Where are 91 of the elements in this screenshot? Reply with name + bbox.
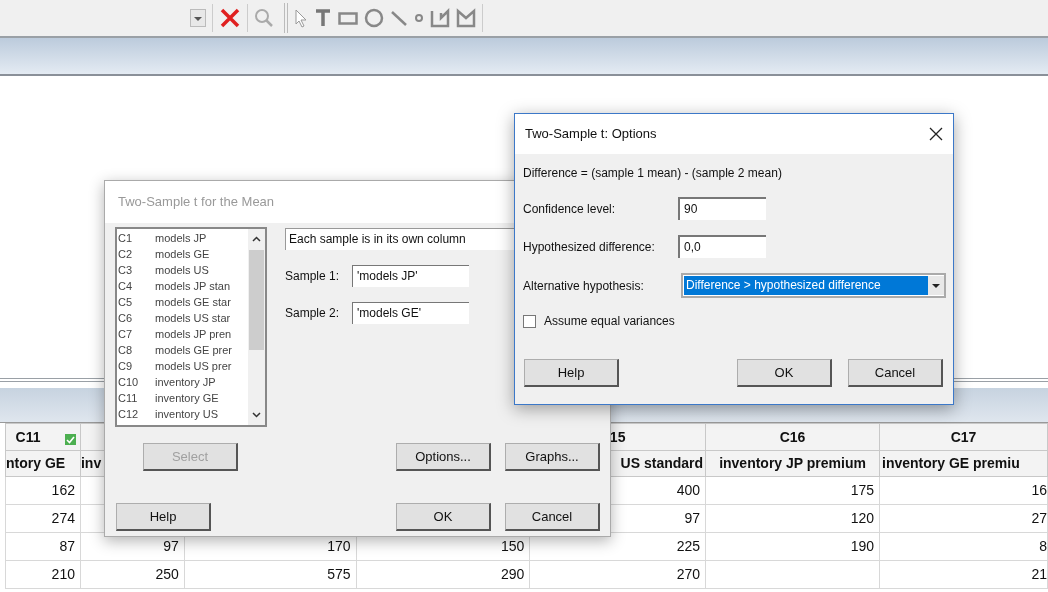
input-field[interactable]: 'models JP'	[352, 265, 469, 287]
table-cell: 190	[850, 538, 874, 554]
list-item-id[interactable]: C11	[117, 390, 155, 406]
list-item-name[interactable]: models GE star	[155, 294, 231, 310]
list-item-id[interactable]: C12	[117, 406, 155, 422]
table-cell: 8	[1039, 538, 1047, 554]
input-field[interactable]: 0,0	[678, 235, 766, 258]
table-cell: 210	[51, 566, 75, 582]
checkmark-icon	[64, 434, 76, 445]
hypothesis-select[interactable]: Difference > hypothesized difference	[681, 273, 946, 298]
column-name: inventory GE premiu	[882, 455, 1020, 471]
table-cell: 27	[1031, 510, 1047, 526]
column-list[interactable]: C1 models JP C2 models GE C3 models US C4 models JP stan C5 models GE star C6 models US star C7 models JP pren C8 models GE prer C9 models US prer C10 inventory JP C11 inventory GE C12 inventory US	[115, 227, 267, 427]
dialog-button[interactable]: Cancel	[505, 503, 600, 531]
polyline-icon[interactable]	[430, 8, 450, 28]
column-id: 15	[609, 428, 626, 445]
column-name: inventory JP premium	[719, 455, 866, 471]
close-icon[interactable]	[929, 127, 943, 141]
dialog-button[interactable]: Help	[116, 503, 211, 531]
list-item-id[interactable]: C8	[117, 342, 155, 358]
table-cell: 175	[850, 482, 874, 498]
formula-text: Difference = (sample 1 mean) - (sample 2 mean)	[523, 165, 783, 182]
table-cell: 250	[155, 566, 179, 582]
column-id: C11	[15, 428, 41, 445]
dialog-button[interactable]: OK	[737, 359, 832, 387]
list-item-name[interactable]: models US prer	[155, 358, 232, 374]
text-tool-icon[interactable]	[314, 8, 332, 28]
table-cell: 87	[59, 538, 75, 554]
column-name: ntory GE	[6, 455, 66, 471]
table-cell: 170	[327, 538, 351, 554]
checkbox[interactable]	[523, 314, 536, 328]
polygon-icon[interactable]	[456, 8, 476, 28]
column-id: C17	[950, 428, 977, 445]
list-item-id[interactable]: C7	[117, 326, 155, 342]
list-item-id[interactable]: C6	[117, 310, 155, 326]
column-name: inv	[80, 455, 102, 471]
table-cell: 575	[327, 566, 351, 582]
table-cell: 21	[1031, 566, 1047, 582]
table-cell: 270	[676, 566, 701, 582]
table-cell: 274	[51, 510, 75, 526]
dialog-title: Two-Sample t for the Mean	[118, 193, 275, 212]
table-cell: 150	[500, 538, 525, 554]
ellipse-icon[interactable]	[364, 8, 384, 28]
dialog-button[interactable]: Options...	[396, 443, 491, 471]
checkbox-label: Assume equal variances	[544, 313, 675, 330]
field-label: Alternative hypothesis:	[523, 277, 645, 295]
list-item-id[interactable]: C1	[117, 230, 155, 246]
list-item-name[interactable]: models GE prer	[155, 342, 233, 358]
line-icon[interactable]	[390, 9, 408, 27]
search-icon[interactable]	[254, 8, 274, 28]
list-item-id[interactable]: C9	[117, 358, 155, 374]
table-cell: 97	[163, 538, 179, 554]
list-item-name[interactable]: inventory JP	[155, 374, 216, 390]
table-cell: 97	[684, 510, 701, 526]
list-item-id[interactable]: C5	[117, 294, 155, 310]
dialog-title: Two-Sample t: Options	[525, 125, 657, 144]
input-field[interactable]: 'models GE'	[352, 302, 469, 324]
table-cell: 120	[850, 510, 874, 526]
list-item-name[interactable]: inventory US	[155, 406, 218, 422]
list-item-name[interactable]: models JP pren	[155, 326, 232, 342]
list-item-id[interactable]: C10	[117, 374, 155, 390]
dialog-button[interactable]: Cancel	[848, 359, 943, 387]
list-item-name[interactable]: inventory GE	[155, 390, 219, 406]
delete-icon[interactable]	[219, 7, 241, 29]
table-cell: 225	[676, 538, 701, 554]
pointer-icon[interactable]	[294, 8, 308, 28]
table-cell: 16	[1031, 482, 1047, 498]
table-cell: 290	[500, 566, 525, 582]
list-item-name[interactable]: models GE	[155, 246, 210, 262]
list-item-name[interactable]: models JP stan	[155, 278, 230, 294]
table-cell: 400	[676, 482, 701, 498]
dialog-button[interactable]: Help	[524, 359, 619, 387]
table-cell: 162	[51, 482, 75, 498]
list-item-name[interactable]: models JP	[155, 230, 207, 246]
input-field[interactable]: 90	[678, 197, 766, 220]
column-name: US standard	[620, 455, 704, 471]
dialog-button[interactable]: Graphs...	[505, 443, 600, 471]
field-label: Sample 2:	[285, 305, 341, 322]
dialog-button[interactable]: OK	[396, 503, 491, 531]
list-item-name[interactable]: models US star	[155, 310, 231, 326]
rectangle-icon[interactable]	[338, 11, 358, 25]
list-item-id[interactable]: C2	[117, 246, 155, 262]
field-label: Confidence level:	[523, 200, 617, 218]
field-label: Sample 1:	[285, 268, 341, 285]
list-item-name[interactable]: models US	[155, 262, 209, 278]
list-item-id[interactable]: C3	[117, 262, 155, 278]
column-id: C16	[779, 428, 806, 445]
scrollbar[interactable]	[248, 229, 265, 425]
dot-icon[interactable]	[414, 13, 424, 23]
field-label: Hypothesized difference:	[523, 238, 656, 256]
list-item-id[interactable]: C4	[117, 278, 155, 294]
